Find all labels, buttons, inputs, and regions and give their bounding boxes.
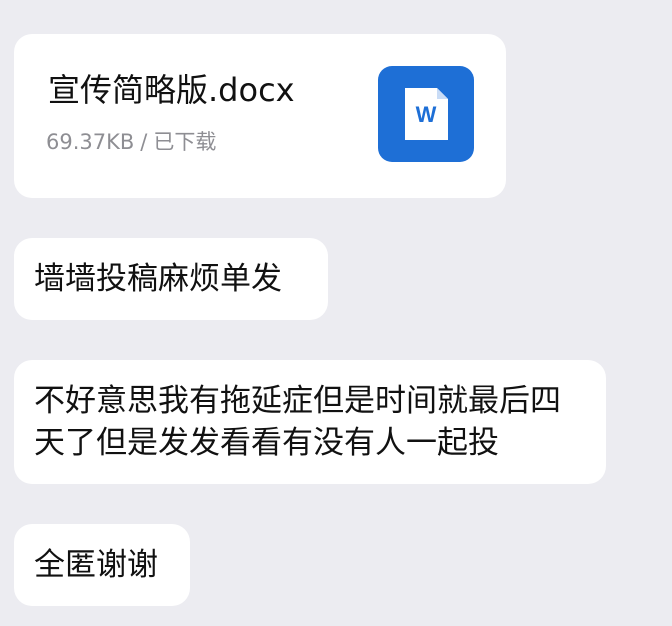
- message-text: 墙墙投稿麻烦单发: [34, 261, 282, 297]
- word-document-glyph: W: [405, 88, 448, 140]
- file-size: 69.37KB: [46, 130, 135, 154]
- meta-separator: /: [140, 130, 148, 154]
- download-status: 已下载: [153, 130, 217, 154]
- message-text: 不好意思我有拖延症但是时间就最后四天了但是发发看看有没有人一起投: [34, 383, 561, 461]
- chat-message-bubble[interactable]: 墙墙投稿麻烦单发: [14, 238, 328, 320]
- chat-message-bubble[interactable]: 不好意思我有拖延症但是时间就最后四天了但是发发看看有没有人一起投: [14, 360, 606, 484]
- word-document-icon[interactable]: W: [378, 66, 474, 162]
- file-meta: 69.37KB / 已下载: [46, 128, 216, 156]
- file-message-card[interactable]: 宣传简略版.docx 69.37KB / 已下载 W: [14, 34, 506, 198]
- file-name: 宣传简略版.docx: [48, 71, 295, 109]
- message-text: 全匿谢谢: [34, 547, 158, 583]
- chat-message-bubble[interactable]: 全匿谢谢: [14, 524, 190, 606]
- word-icon-letter: W: [416, 102, 437, 127]
